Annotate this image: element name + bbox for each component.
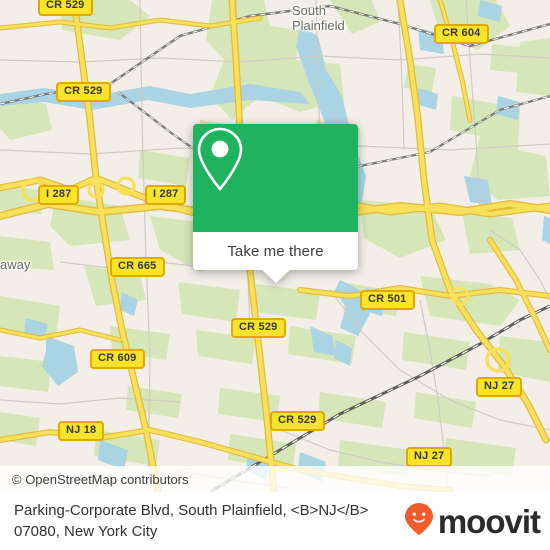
road-shield[interactable]: CR 609: [90, 349, 145, 369]
road-shield[interactable]: CR 529: [270, 411, 325, 431]
road-shield[interactable]: CR 665: [110, 257, 165, 277]
map-attribution: © OpenStreetMap contributors: [0, 466, 550, 492]
road-shield[interactable]: NJ 27: [476, 377, 523, 397]
popup-tail: [261, 270, 290, 283]
take-me-there-button[interactable]: Take me there: [227, 243, 323, 260]
road-shield[interactable]: CR 529: [56, 82, 111, 102]
road-shield[interactable]: CR 604: [434, 24, 489, 44]
map-canvas[interactable]: South Plainfield away CR 529 CR 604 CR 52…: [0, 0, 550, 492]
road-shield[interactable]: CR 529: [38, 0, 93, 16]
road-shield[interactable]: I 287: [145, 185, 187, 205]
popup-header: [193, 124, 358, 232]
road-shield[interactable]: I 287: [38, 185, 80, 205]
place-label-away: away: [0, 257, 31, 272]
road-shield[interactable]: CR 529: [231, 318, 286, 338]
moovit-smiley-pin-icon: [404, 502, 434, 541]
moovit-wordmark: moovit: [437, 502, 541, 540]
footer-bar: Parking-Corporate Blvd, South Plainfield…: [0, 492, 550, 550]
place-label-south-plainfield: South Plainfield: [292, 3, 345, 33]
popup-footer[interactable]: Take me there: [193, 232, 358, 283]
road-shield[interactable]: CR 501: [360, 290, 415, 310]
location-title: Parking-Corporate Blvd, South Plainfield…: [14, 502, 369, 540]
attribution-text: © OpenStreetMap contributors: [12, 471, 189, 487]
map-screenshot: South Plainfield away CR 529 CR 604 CR 52…: [0, 0, 550, 550]
moovit-logo[interactable]: moovit: [404, 502, 541, 541]
road-shield[interactable]: NJ 18: [58, 421, 105, 441]
location-popup-card[interactable]: Take me there: [193, 124, 358, 283]
road-shield[interactable]: NJ 27: [406, 447, 453, 467]
